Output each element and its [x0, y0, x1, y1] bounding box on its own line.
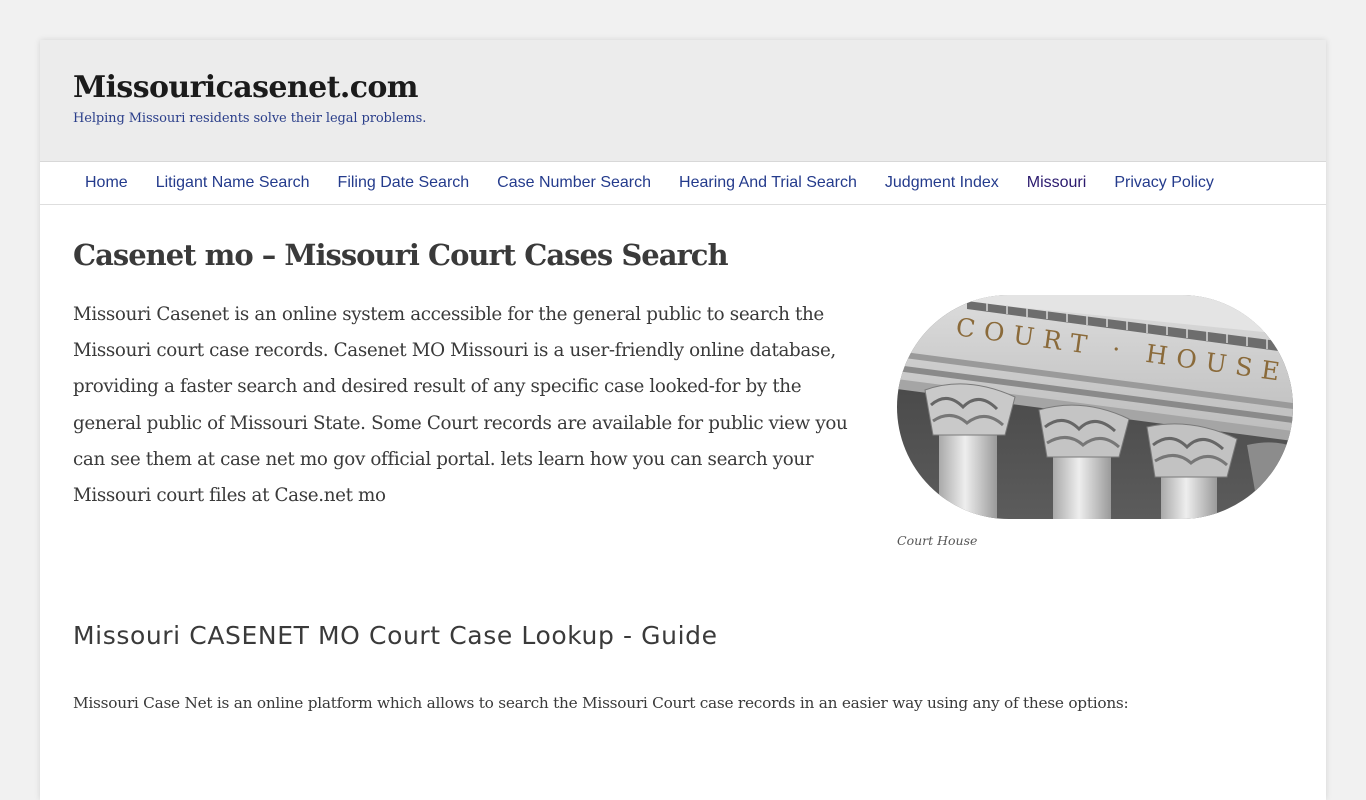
- figure-caption: Court House: [897, 533, 978, 548]
- intro-paragraph: Missouri Casenet is an online system acc…: [73, 304, 848, 507]
- court-house-image[interactable]: COURT · HOUSE ·: [897, 295, 1293, 519]
- site-description: Helping Missouri residents solve their l…: [73, 111, 427, 126]
- primary-navigation: Home Litigant Name Search Filing Date Se…: [40, 162, 1326, 205]
- nav-filing-date-search[interactable]: Filing Date Search: [338, 174, 470, 192]
- section-paragraph: Missouri Case Net is an online platform …: [73, 694, 1129, 712]
- nav-judgment-index[interactable]: Judgment Index: [885, 174, 999, 192]
- section-heading: Missouri CASENET MO Court Case Lookup - …: [73, 621, 718, 650]
- nav-missouri[interactable]: Missouri: [1027, 174, 1087, 192]
- nav-case-number-search[interactable]: Case Number Search: [497, 174, 651, 192]
- page-container: Missouricasenet.com Helping Missouri res…: [40, 40, 1326, 800]
- nav-home[interactable]: Home: [85, 174, 128, 192]
- nav-litigant-name-search[interactable]: Litigant Name Search: [156, 174, 310, 192]
- nav-hearing-and-trial-search[interactable]: Hearing And Trial Search: [679, 174, 857, 192]
- page-title: Casenet mo – Missouri Court Cases Search: [73, 238, 729, 272]
- court-house-figure: COURT · HOUSE · Court House: [897, 295, 1293, 548]
- nav-privacy-policy[interactable]: Privacy Policy: [1114, 174, 1214, 192]
- site-title-link[interactable]: Missouricasenet.com: [73, 70, 419, 105]
- site-header: Missouricasenet.com Helping Missouri res…: [40, 40, 1326, 162]
